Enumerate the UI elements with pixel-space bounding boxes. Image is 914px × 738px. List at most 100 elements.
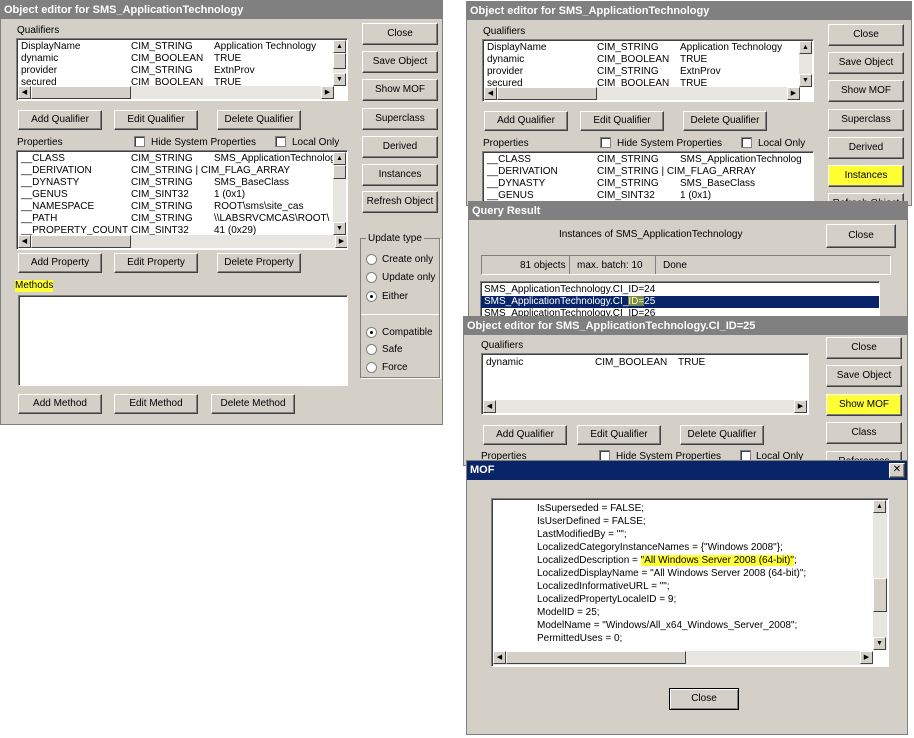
close-button[interactable]: Close [826, 337, 902, 359]
force-radio[interactable] [366, 362, 377, 373]
horizontal-scrollbar[interactable]: ◀ ▶ [484, 87, 800, 100]
table-row[interactable]: __DERIVATION CIM_STRING | CIM_FLAG_ARRAY [17, 165, 347, 177]
list-item[interactable]: dynamic CIM_BOOLEAN TRUE [17, 53, 347, 65]
derived-button[interactable]: Derived [362, 136, 438, 158]
qualifiers-list[interactable]: dynamic CIM_BOOLEAN TRUE ◀ ▶ [481, 353, 809, 415]
table-row[interactable]: __NAMESPACE CIM_STRING ROOT\sms\site_cas [17, 201, 347, 213]
properties-list[interactable]: __CLASS CIM_STRING SMS_ApplicationTechnolo… [16, 150, 348, 250]
local-only-checkbox[interactable] [275, 136, 286, 147]
scroll-thumb[interactable] [31, 235, 131, 248]
superclass-button[interactable]: Superclass [828, 109, 904, 131]
update-only-radio[interactable] [366, 272, 377, 283]
scroll-up-icon[interactable]: ▲ [333, 152, 346, 165]
properties-list[interactable]: __CLASS CIM_STRING SMS_ApplicationTechnolo… [482, 151, 814, 205]
add-property-button[interactable]: Add Property [18, 253, 102, 273]
edit-method-button[interactable]: Edit Method [114, 394, 198, 414]
derived-button[interactable]: Derived [828, 137, 904, 159]
save-object-button[interactable]: Save Object [828, 52, 904, 74]
list-item[interactable]: SMS_ApplicationTechnology.CI_ID=25 [481, 296, 879, 308]
scroll-right-icon[interactable]: ▶ [335, 235, 347, 248]
methods-list[interactable] [18, 295, 348, 386]
list-item[interactable]: provider CIM_STRING ExtnProv [483, 66, 813, 78]
scroll-down-icon[interactable]: ▼ [333, 222, 346, 235]
compatible-radio[interactable] [366, 327, 377, 338]
horizontal-scrollbar[interactable]: ◀ ▶ [483, 400, 807, 413]
scroll-right-icon[interactable]: ▶ [794, 400, 807, 413]
class-button[interactable]: Class [826, 422, 902, 444]
scroll-thumb[interactable] [31, 86, 131, 99]
instances-button[interactable]: Instances [362, 164, 438, 186]
horizontal-scrollbar[interactable]: ◀ ▶ [18, 86, 334, 99]
table-row[interactable]: __DERIVATION CIM_STRING | CIM_FLAG_ARRAY [483, 166, 813, 178]
delete-qualifier-button[interactable]: Delete Qualifier [217, 110, 301, 130]
scroll-up-icon[interactable]: ▲ [873, 500, 886, 513]
table-row[interactable]: __DYNASTY CIM_STRING SMS_BaseClass [17, 177, 347, 189]
hide-system-properties-checkbox[interactable] [134, 136, 145, 147]
add-qualifier-button[interactable]: Add Qualifier [18, 110, 102, 130]
add-method-button[interactable]: Add Method [18, 394, 102, 414]
table-row[interactable]: __CLASS CIM_STRING SMS_ApplicationTechnolo… [483, 154, 813, 166]
safe-radio[interactable] [366, 344, 377, 355]
hide-system-properties-checkbox[interactable] [600, 137, 611, 148]
scroll-up-icon[interactable]: ▲ [333, 40, 346, 53]
scroll-right-icon[interactable]: ▶ [787, 87, 800, 100]
scroll-thumb[interactable] [506, 651, 686, 664]
either-radio[interactable] [366, 291, 377, 302]
close-icon[interactable]: ✕ [889, 463, 905, 478]
table-row[interactable]: __PATH CIM_STRING \\LABSRVCMCAS\ROOT\ [17, 213, 347, 225]
vertical-scrollbar[interactable]: ▲ ▼ [873, 500, 887, 650]
list-item[interactable]: DisplayName CIM_STRING Application Technol… [483, 42, 813, 54]
horizontal-scrollbar[interactable]: ◀ ▶ [493, 651, 873, 665]
edit-qualifier-button[interactable]: Edit Qualifier [114, 110, 198, 130]
scroll-thumb[interactable] [333, 53, 346, 69]
scroll-right-icon[interactable]: ▶ [321, 86, 334, 99]
superclass-button[interactable]: Superclass [362, 108, 438, 130]
close-button[interactable]: Close [362, 23, 438, 45]
instances-list[interactable]: SMS_ApplicationTechnology.CI_ID=24 SMS_A… [480, 281, 880, 320]
scroll-down-icon[interactable]: ▼ [873, 637, 886, 650]
scroll-down-icon[interactable]: ▼ [799, 74, 812, 87]
scroll-left-icon[interactable]: ◀ [484, 87, 497, 100]
scroll-thumb[interactable] [497, 87, 597, 100]
scroll-left-icon[interactable]: ◀ [18, 86, 31, 99]
add-qualifier-button[interactable]: Add Qualifier [483, 425, 567, 445]
list-item[interactable]: DisplayName CIM_STRING Application Technol… [17, 41, 347, 53]
delete-qualifier-button[interactable]: Delete Qualifier [683, 111, 767, 131]
close-button[interactable]: Close [828, 24, 904, 46]
edit-qualifier-button[interactable]: Edit Qualifier [577, 425, 661, 445]
vertical-scrollbar[interactable]: ▲ ▼ [333, 40, 346, 86]
horizontal-scrollbar[interactable]: ◀ ▶ [18, 235, 347, 248]
scroll-up-icon[interactable]: ▲ [799, 41, 812, 54]
show-mof-button[interactable]: Show MOF [362, 79, 438, 101]
delete-method-button[interactable]: Delete Method [211, 394, 295, 414]
add-qualifier-button[interactable]: Add Qualifier [484, 111, 568, 131]
table-row[interactable]: __DYNASTY CIM_STRING SMS_BaseClass [483, 178, 813, 190]
save-object-button[interactable]: Save Object [362, 51, 438, 73]
list-item[interactable]: dynamic CIM_BOOLEAN TRUE [483, 54, 813, 66]
local-only-checkbox[interactable] [741, 137, 752, 148]
show-mof-button[interactable]: Show MOF [828, 80, 904, 102]
scroll-thumb[interactable] [873, 578, 887, 612]
edit-qualifier-button[interactable]: Edit Qualifier [580, 111, 664, 131]
close-button[interactable]: Close [669, 688, 739, 710]
vertical-scrollbar[interactable]: ▲ ▼ [333, 152, 346, 235]
scroll-left-icon[interactable]: ◀ [493, 651, 506, 664]
mof-text-area[interactable]: IsSuperseded = FALSE; IsUserDefined = FA… [491, 498, 889, 667]
delete-property-button[interactable]: Delete Property [217, 253, 301, 273]
save-object-button[interactable]: Save Object [826, 365, 902, 387]
table-row[interactable]: __CLASS CIM_STRING SMS_ApplicationTechnolo… [17, 153, 347, 165]
edit-property-button[interactable]: Edit Property [114, 253, 198, 273]
scroll-left-icon[interactable]: ◀ [483, 400, 496, 413]
show-mof-button[interactable]: Show MOF [826, 394, 902, 416]
qualifiers-list[interactable]: DisplayName CIM_STRING Application Technol… [16, 38, 348, 101]
delete-qualifier-button[interactable]: Delete Qualifier [680, 425, 764, 445]
table-row[interactable]: __GENUS CIM_SINT32 1 (0x1) [17, 189, 347, 201]
refresh-object-button[interactable]: Refresh Object [362, 191, 438, 213]
create-only-radio[interactable] [366, 254, 377, 265]
list-item[interactable]: provider CIM_STRING ExtnProv [17, 65, 347, 77]
scroll-thumb[interactable] [333, 165, 346, 179]
scroll-left-icon[interactable]: ◀ [18, 235, 31, 248]
list-item[interactable]: SMS_ApplicationTechnology.CI_ID=24 [481, 284, 879, 296]
list-item[interactable]: dynamic CIM_BOOLEAN TRUE [482, 357, 808, 369]
qualifiers-list[interactable]: DisplayName CIM_STRING Application Technol… [482, 39, 814, 102]
